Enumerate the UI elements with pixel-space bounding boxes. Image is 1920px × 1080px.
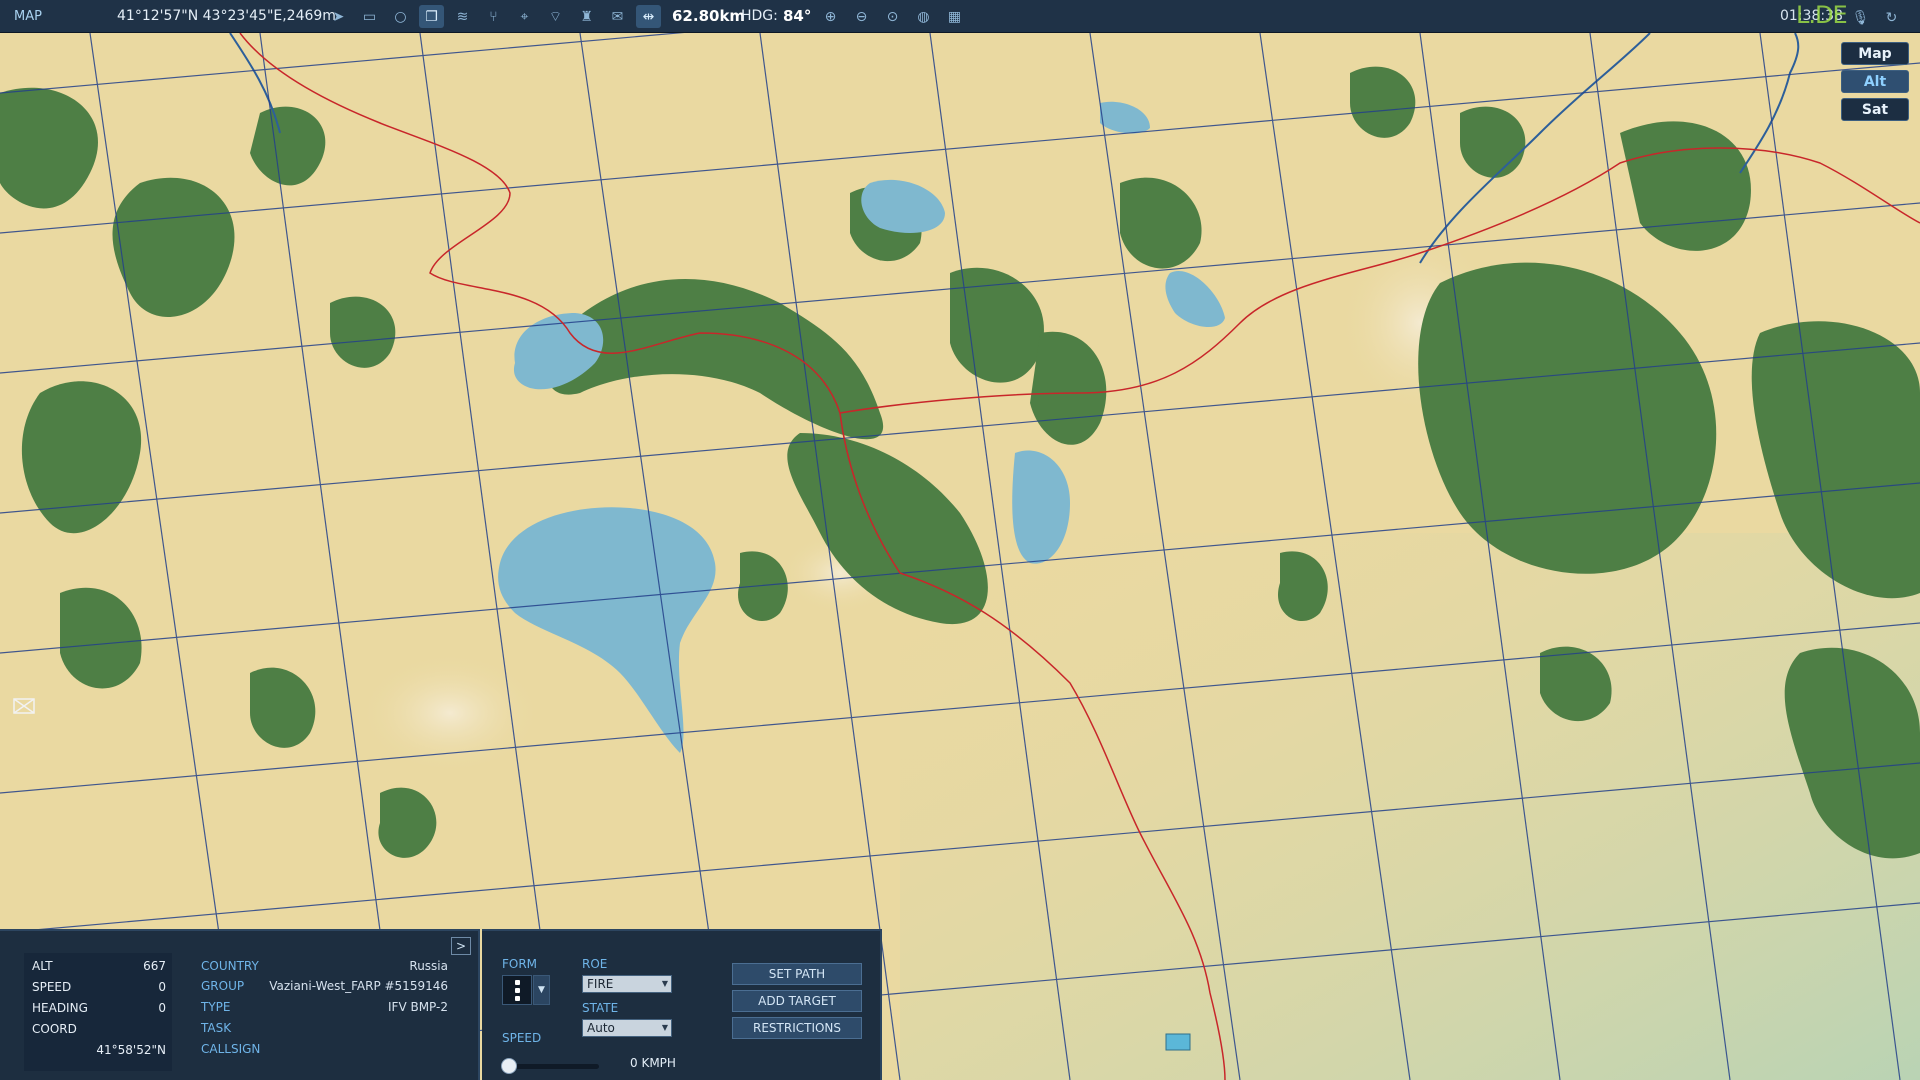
unit-info-panel: > ALT 667 SPEED 0 HEADING 0 COORD 41°58'… — [0, 929, 480, 1080]
crosshair-icon[interactable]: ⌖ — [512, 5, 537, 28]
stat-heading: HEADING 0 — [32, 1001, 166, 1015]
add-target-button[interactable]: ADD TARGET — [732, 990, 862, 1012]
form-label: FORM — [502, 957, 538, 971]
unit-stats-box: ALT 667 SPEED 0 HEADING 0 COORD 41°58'52… — [24, 953, 172, 1071]
zoom-reset-icon[interactable]: ⊙ — [880, 5, 905, 28]
microphone-icon[interactable]: 🎙 — [1848, 6, 1873, 29]
stat-coord-value: 41°58'52"N — [96, 1043, 166, 1057]
speed-label: SPEED — [502, 1031, 542, 1045]
cursor-icon[interactable]: ➤ — [326, 5, 351, 28]
group-value: Vaziani-West_FARP #5159146 — [269, 979, 448, 993]
speed-slider-track[interactable] — [504, 1064, 599, 1069]
lowland-shading — [900, 533, 1920, 1080]
speed-value: 0 KMPH — [630, 1056, 676, 1070]
stat-alt-value: 667 — [143, 959, 166, 973]
tower-icon[interactable]: ♜ — [574, 5, 599, 28]
globe-icon[interactable]: ◍ — [911, 5, 936, 28]
stat-alt-label: ALT — [32, 959, 53, 973]
stat-heading-value: 0 — [158, 1001, 166, 1015]
unit-command-panel: FORM ▼ ROE FIRE ▼ STATE Auto ▼ SPEED 0 K… — [482, 929, 882, 1080]
stat-speed-value: 0 — [158, 980, 166, 994]
split-view-icon[interactable]: ⇹ — [636, 5, 661, 28]
formation-button[interactable] — [502, 975, 532, 1005]
panel-toggle-button[interactable]: > — [451, 937, 471, 955]
map-tools: ➤ ▭ ○ ❐ ≋ ⑂ ⌖ ⌔ ♜ ✉ ⇹ — [326, 5, 661, 28]
roe-select-value: FIRE — [587, 977, 614, 991]
task-label: TASK — [201, 1021, 232, 1035]
zoom-out-icon[interactable]: ⊖ — [849, 5, 874, 28]
roe-select[interactable]: FIRE ▼ — [582, 975, 672, 993]
stat-speed: SPEED 0 — [32, 980, 166, 994]
set-path-button[interactable]: SET PATH — [732, 963, 862, 985]
chevron-down-icon: ▼ — [661, 979, 668, 988]
stat-coord-label-row: COORD — [32, 1022, 166, 1036]
zoom-tools: ⊕ ⊖ ⊙ ◍ ▦ — [818, 5, 967, 28]
top-toolbar: MAP 41°12'57"N 43°23'45"E,2469m ➤ ▭ ○ ❐ … — [0, 0, 1920, 33]
restrictions-button[interactable]: RESTRICTIONS — [732, 1017, 862, 1039]
hill-shading — [360, 653, 540, 773]
country-value: Russia — [409, 959, 448, 973]
formation-dot-icon — [515, 996, 520, 1001]
state-select[interactable]: Auto ▼ — [582, 1019, 672, 1037]
terrain-map[interactable] — [0, 33, 1920, 1080]
formation-dropdown-chevron-icon[interactable]: ▼ — [533, 975, 550, 1005]
formation-dot-icon — [515, 988, 520, 993]
stat-alt: ALT 667 — [32, 959, 166, 973]
grid-icon[interactable]: ▦ — [942, 5, 967, 28]
stat-coord-label: COORD — [32, 1022, 77, 1036]
group-label: GROUP — [201, 979, 245, 993]
heading-label: HDG: — [741, 8, 778, 24]
map-mode-label[interactable]: MAP — [14, 9, 42, 24]
type-label: TYPE — [201, 1000, 231, 1014]
measured-distance: 62.80km — [672, 7, 746, 25]
stat-speed-label: SPEED — [32, 980, 72, 994]
map-type-sat-button[interactable]: Sat — [1841, 98, 1909, 121]
circle-icon[interactable]: ○ — [388, 5, 413, 28]
state-select-value: Auto — [587, 1021, 615, 1035]
wifi-icon[interactable]: ⌔ — [543, 5, 568, 28]
cursor-coordinates: 41°12'57"N 43°23'45"E,2469m — [117, 8, 336, 24]
zoom-in-icon[interactable]: ⊕ — [818, 5, 843, 28]
refresh-icon[interactable]: ↻ — [1879, 6, 1904, 29]
map-type-alt-button[interactable]: Alt — [1841, 70, 1909, 93]
roe-label: ROE — [582, 957, 608, 971]
formation-dot-icon — [515, 980, 520, 985]
callsign-label: CALLSIGN — [201, 1042, 261, 1056]
chat-icon[interactable]: ✉ — [605, 5, 630, 28]
chevron-down-icon: ▼ — [661, 1023, 668, 1032]
smoke-icon[interactable]: ≋ — [450, 5, 475, 28]
speed-slider-knob[interactable] — [501, 1058, 517, 1074]
map-type-map-button[interactable]: Map — [1841, 42, 1909, 65]
right-icons: 🎙 ↻ — [1848, 6, 1904, 29]
map-marker-square — [1165, 1033, 1191, 1051]
ruler-icon[interactable]: ▭ — [357, 5, 382, 28]
state-label: STATE — [582, 1001, 619, 1015]
heading-value: 84° — [783, 7, 812, 25]
country-label: COUNTRY — [201, 959, 259, 973]
layers-icon[interactable]: ❐ — [419, 5, 444, 28]
type-value: IFV BMP-2 — [388, 1000, 448, 1014]
overlay-logo-text: L.DE — [1796, 1, 1848, 29]
stat-heading-label: HEADING — [32, 1001, 88, 1015]
route-icon[interactable]: ⑂ — [481, 5, 506, 28]
